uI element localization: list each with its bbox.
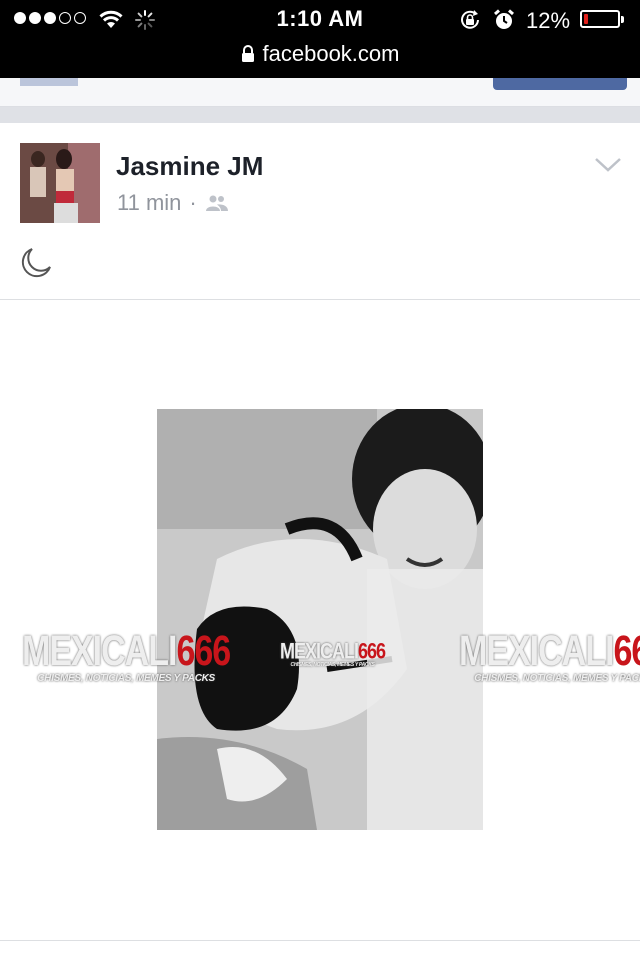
post-author-name[interactable]: Jasmine JM <box>116 151 263 182</box>
watermark-logo: MEXICALI666 CHISMES, NOTICIAS, MEMES Y P… <box>280 638 386 668</box>
watermark-logo: MEXICALI666 CHISMES, NOTICIAS, MEMES Y P… <box>459 630 640 684</box>
post-meta: 11 min · <box>117 190 229 216</box>
watermark-tagline: CHISMES, NOTICIAS, MEMES Y PACKS <box>290 662 375 668</box>
lock-icon <box>241 45 254 62</box>
rotation-lock-icon <box>458 9 482 36</box>
ios-status-bar: 1:10 AM facebook.com 12% <box>0 0 640 78</box>
facebook-header-strip <box>0 78 640 107</box>
header-action-button[interactable] <box>493 78 627 90</box>
meta-separator: · <box>189 190 197 215</box>
avatar[interactable] <box>20 143 100 223</box>
post-photo[interactable] <box>157 409 483 830</box>
facebook-home-icon[interactable] <box>20 78 78 86</box>
watermark-tagline: CHISMES, NOTICIAS, MEMES Y PACKS <box>474 673 640 684</box>
post-photo-container[interactable]: MEXICALI666 CHISMES, NOTICIAS, MEMES Y P… <box>0 299 640 941</box>
alarm-icon <box>493 9 515 36</box>
battery-icon <box>580 10 624 28</box>
moon-icon <box>21 248 51 278</box>
battery-level-fill <box>584 14 588 24</box>
watermark-tagline: CHISMES, NOTICIAS, MEMES Y PACKS <box>37 673 215 684</box>
chevron-down-icon[interactable] <box>594 157 622 173</box>
battery-percent: 12% <box>526 8 571 33</box>
feed-post: Jasmine JM 11 min · MEXICALI666 CHISMES,… <box>0 123 640 960</box>
friends-icon[interactable] <box>205 194 229 212</box>
address-bar-url: facebook.com <box>262 41 400 66</box>
address-bar[interactable]: facebook.com <box>0 41 640 67</box>
post-timestamp[interactable]: 11 min <box>117 190 181 216</box>
watermark-logo: MEXICALI666 CHISMES, NOTICIAS, MEMES Y P… <box>22 627 231 684</box>
feed-divider <box>0 107 640 123</box>
